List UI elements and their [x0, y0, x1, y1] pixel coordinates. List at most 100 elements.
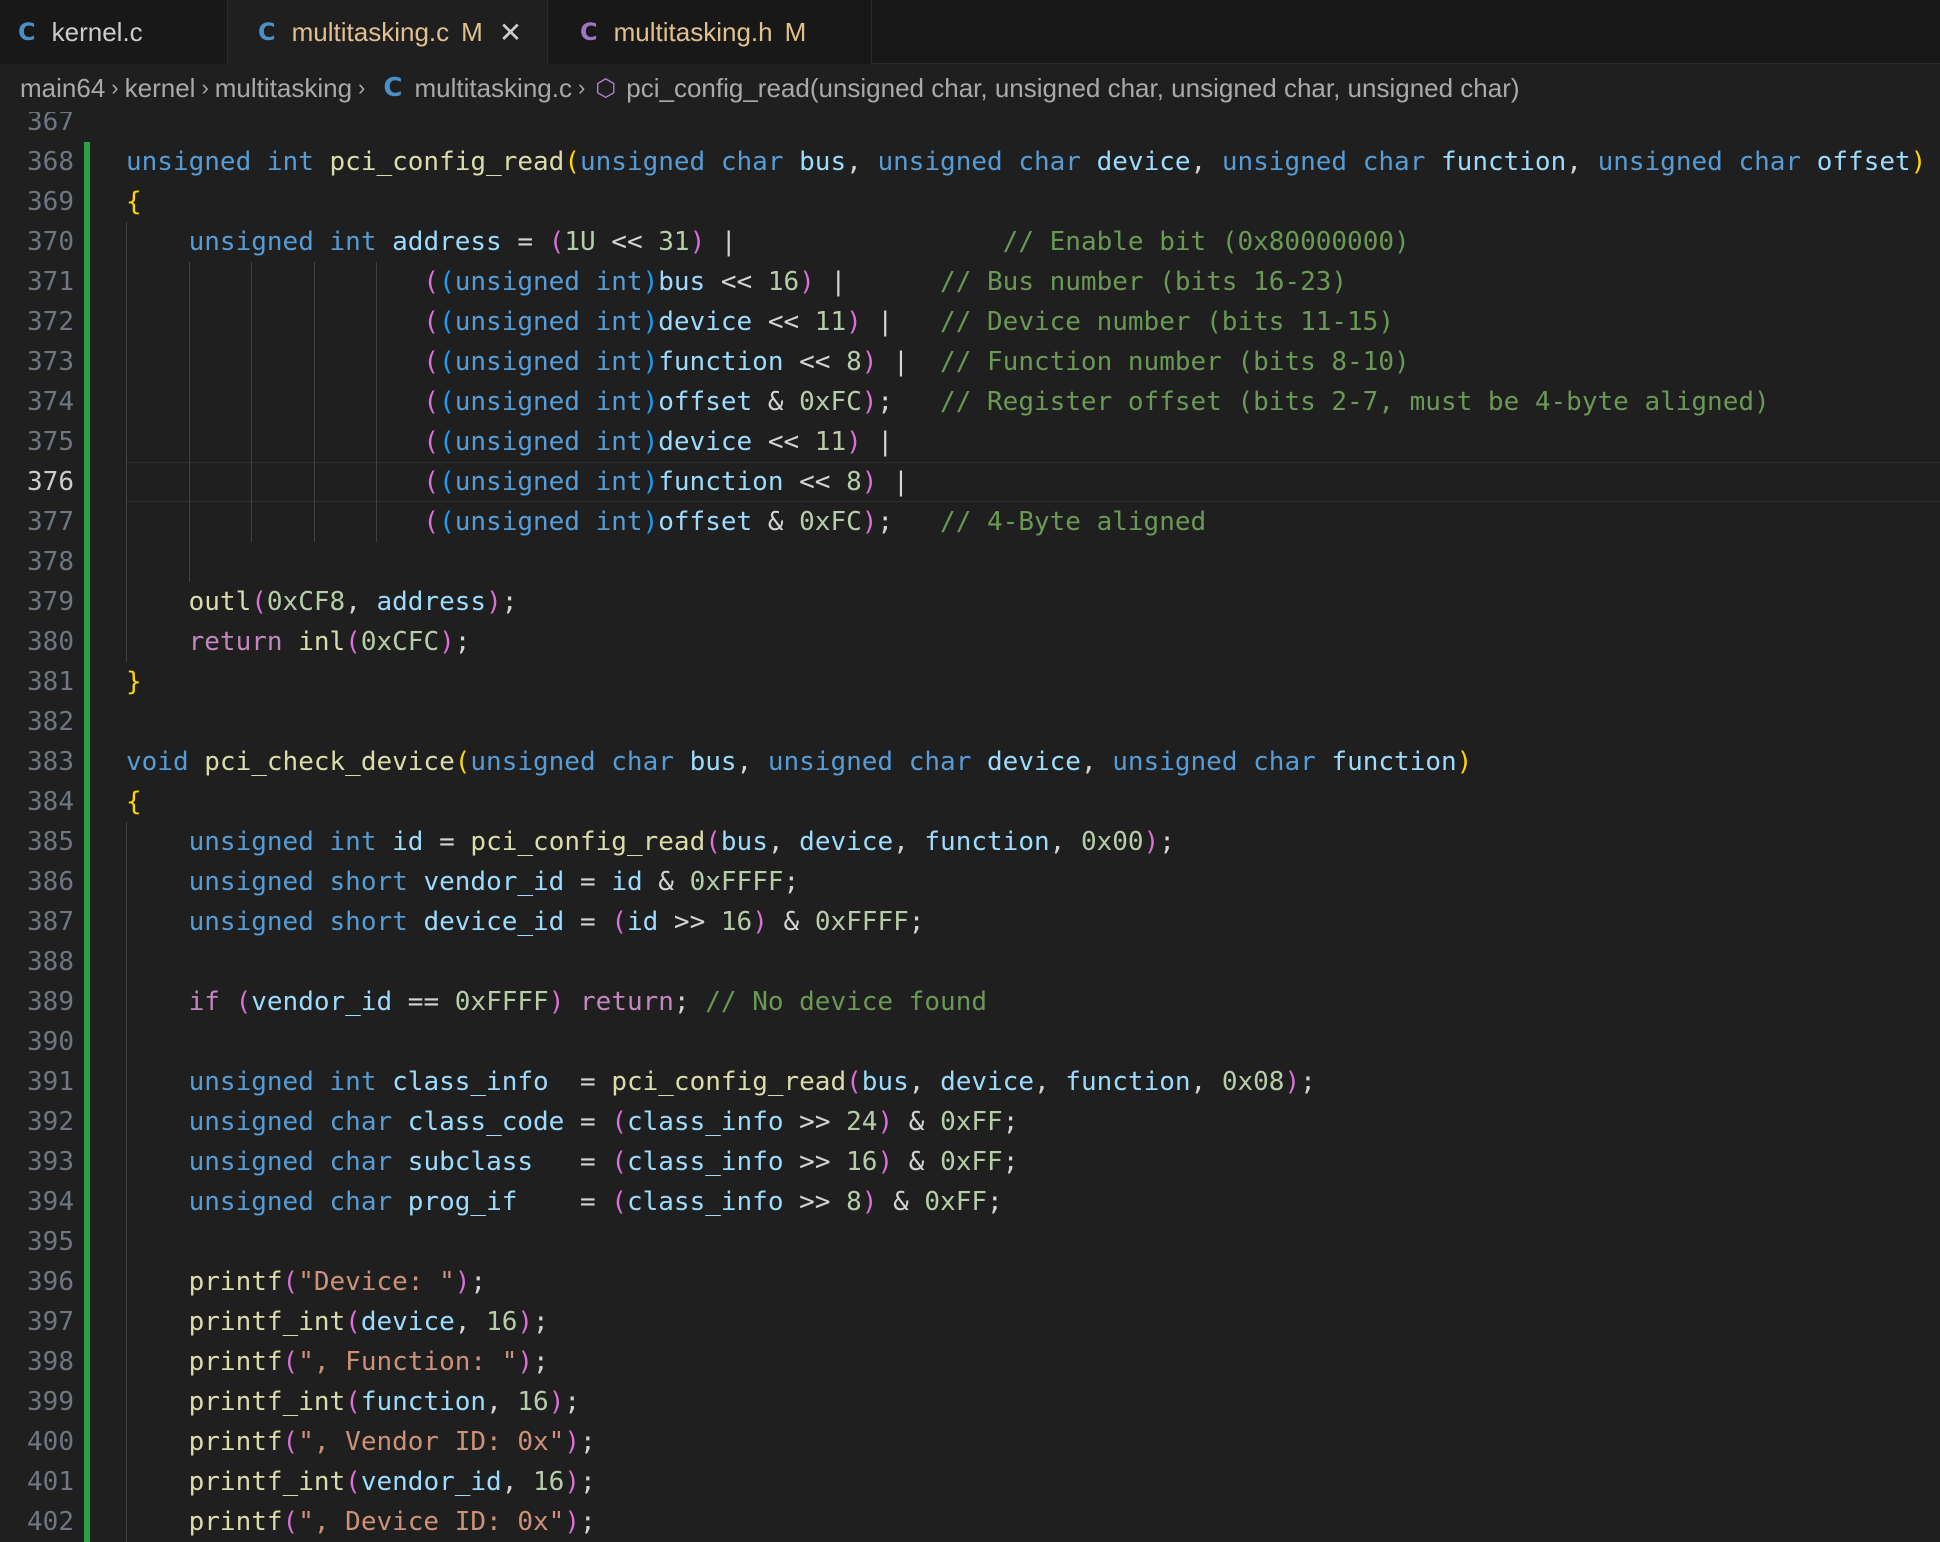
code-line[interactable]: ((unsigned int)bus << 16) | // Bus numbe…	[126, 262, 1347, 302]
line-number: 398	[27, 1347, 74, 1377]
code-line[interactable]: unsigned int pci_config_read(unsigned ch…	[126, 142, 1926, 182]
code-token: )	[799, 267, 815, 297]
code-token: address	[392, 227, 502, 257]
line-number: 379	[27, 587, 74, 617]
tab-multitasking-h[interactable]: C multitasking.h M	[548, 0, 872, 64]
code-token: <<	[705, 267, 768, 297]
code-token: unsigned	[454, 387, 580, 417]
code-token: ;	[580, 1467, 596, 1497]
code-token: 16	[533, 1467, 565, 1497]
code-token: &	[752, 507, 800, 537]
code-line[interactable]: outl(0xCF8, address);	[126, 582, 518, 622]
code-token: |	[861, 427, 894, 457]
code-token: ,	[1033, 1067, 1066, 1097]
c-file-icon: C	[383, 73, 403, 103]
code-line[interactable]: {	[126, 182, 142, 222]
code-token: &	[893, 1107, 941, 1137]
code-token: char	[720, 147, 784, 177]
code-line[interactable]: }	[126, 662, 142, 702]
code-token: bus	[658, 267, 706, 297]
breadcrumb-item-main64[interactable]: main64	[20, 73, 105, 104]
breadcrumb-item-multitasking[interactable]: multitasking	[215, 73, 352, 104]
code-line[interactable]: printf_int(device, 16);	[126, 1302, 549, 1342]
code-token: )	[689, 227, 706, 257]
code-token: unsigned	[188, 1187, 314, 1217]
code-token: (	[439, 267, 455, 297]
code-line[interactable]: ((unsigned int)offset & 0xFC); // Regist…	[126, 382, 1769, 422]
code-line[interactable]: unsigned char class_code = (class_info >…	[126, 1102, 1019, 1142]
code-token: short	[329, 867, 408, 897]
close-icon[interactable]: ✕	[499, 16, 522, 49]
git-modified-gutter-bar	[84, 142, 90, 1542]
code-token: int	[329, 227, 377, 257]
code-line[interactable]: printf("Device: ");	[126, 1262, 486, 1302]
code-line[interactable]: unsigned short vendor_id = id & 0xFFFF;	[126, 862, 800, 902]
code-token: (	[282, 1347, 299, 1377]
code-token: (	[439, 467, 455, 497]
code-line[interactable]: ((unsigned int)function << 8) | // Funct…	[126, 342, 1410, 382]
line-number: 392	[27, 1107, 74, 1137]
code-token: // Enable bit (0x80000000)	[1002, 227, 1410, 257]
code-token: (	[846, 1067, 862, 1097]
code-token: )	[642, 387, 659, 417]
code-line[interactable]: unsigned int address = (1U << 31) | // E…	[126, 222, 1410, 262]
code-token: bus	[689, 747, 737, 777]
breadcrumb-item-file[interactable]: multitasking.c	[414, 73, 572, 104]
code-line[interactable]: unsigned short device_id = (id >> 16) & …	[126, 902, 925, 942]
code-token: )	[861, 467, 878, 497]
code-token: device	[658, 427, 753, 457]
code-line[interactable]: unsigned char subclass = (class_info >> …	[126, 1142, 1019, 1182]
code-token: <<	[595, 227, 659, 257]
breadcrumb-item-kernel[interactable]: kernel	[125, 73, 196, 104]
code-line[interactable]: unsigned int id = pci_config_read(bus, d…	[126, 822, 1175, 862]
code-token: 11	[814, 307, 847, 337]
code-token: (	[611, 1187, 627, 1217]
code-line[interactable]: printf(", Device ID: 0x");	[126, 1502, 596, 1542]
code-token: outl	[188, 587, 252, 617]
code-token: class_info	[626, 1147, 784, 1177]
code-line[interactable]: printf_int(function, 16);	[126, 1382, 580, 1422]
code-line[interactable]: ((unsigned int)device << 11) |	[126, 422, 893, 462]
code-token: // Function number (bits 8-10)	[940, 347, 1410, 377]
code-line[interactable]: printf(", Vendor ID: 0x");	[126, 1422, 596, 1462]
c-header-file-icon: C	[580, 18, 598, 46]
code-line[interactable]: void pci_check_device(unsigned char bus,…	[126, 742, 1472, 782]
code-token: (	[423, 307, 440, 337]
code-editor[interactable]: 367 368 369 370 371 372 373 374 375 376 377 378 379 3…	[0, 112, 1940, 1542]
code-token: 16	[846, 1147, 878, 1177]
code-token: ;	[908, 907, 925, 937]
code-line[interactable]: printf(", Function: ");	[126, 1342, 549, 1382]
code-line[interactable]: unsigned char prog_if = (class_info >> 8…	[126, 1182, 1003, 1222]
code-token: device	[1096, 147, 1191, 177]
code-token: device	[658, 307, 753, 337]
code-token: =	[564, 1107, 612, 1137]
breadcrumb-item-symbol[interactable]: pci_config_read(unsigned char, unsigned …	[626, 73, 1519, 104]
code-line[interactable]: ((unsigned int)device << 11) | // Device…	[126, 302, 1394, 342]
tab-kernel-c[interactable]: C kernel.c	[0, 0, 228, 64]
code-token: // 4-Byte aligned	[940, 507, 1207, 537]
code-line[interactable]: {	[126, 782, 142, 822]
code-token: ;	[533, 1347, 549, 1377]
code-line[interactable]: if (vendor_id == 0xFFFF) return; // No d…	[126, 982, 987, 1022]
code-line[interactable]: ((unsigned int)offset & 0xFC); // 4-Byte…	[126, 502, 1206, 542]
code-token: char	[908, 747, 972, 777]
code-token: |	[861, 307, 941, 337]
code-token: )	[752, 907, 768, 937]
code-line[interactable]: unsigned int class_info = pci_config_rea…	[126, 1062, 1316, 1102]
code-line[interactable]: printf_int(vendor_id, 16);	[126, 1462, 596, 1502]
code-line[interactable]: ((unsigned int)function << 8) |	[126, 462, 908, 502]
tab-multitasking-c[interactable]: C multitasking.c M ✕	[228, 0, 548, 64]
code-line[interactable]: return inl(0xCFC);	[126, 622, 471, 662]
code-token: =	[517, 1187, 612, 1217]
